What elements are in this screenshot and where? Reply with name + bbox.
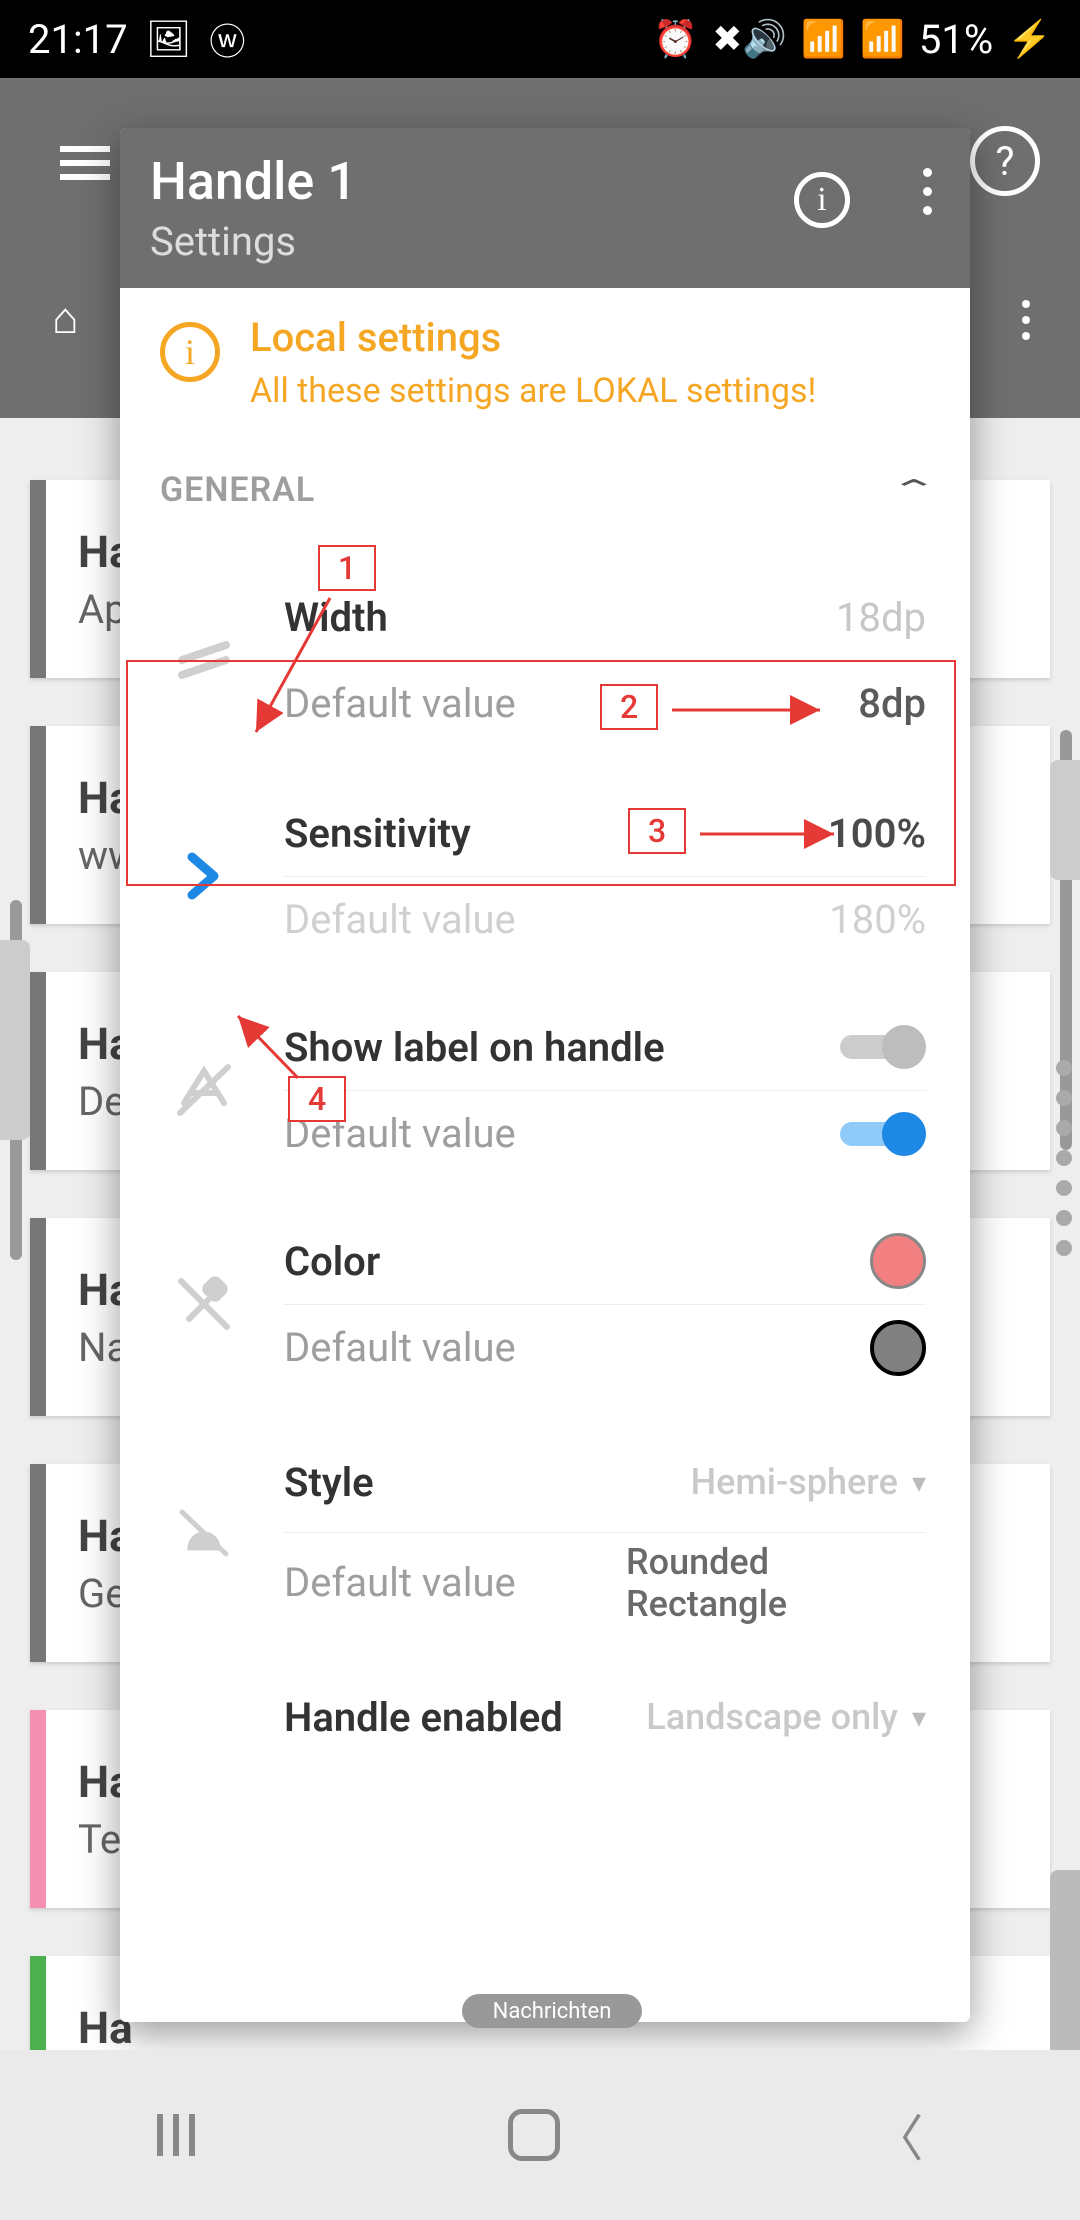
handle-enabled-value[interactable]: Landscape only▾ [646, 1696, 926, 1738]
background-overflow-icon[interactable] [1022, 300, 1030, 340]
callout-1: 1 [318, 545, 376, 591]
settings-dialog: Handle 1 Settings i i Local settings All… [120, 128, 970, 2022]
nav-recent-button[interactable] [157, 2114, 195, 2156]
section-header-general[interactable]: GENERAL ⌃ [120, 443, 970, 530]
navigation-bar: 〈 [0, 2050, 1080, 2220]
status-battery: 51% [919, 16, 993, 63]
dropdown-caret-icon: ▾ [912, 1701, 926, 1734]
overflow-icon[interactable] [923, 168, 932, 215]
side-dots-icon [1056, 1060, 1072, 1256]
setting-block-handle-enabled[interactable]: Handle enabled Landscape only▾ [164, 1656, 926, 1778]
side-handle-right-2[interactable] [1050, 1870, 1080, 2070]
show-label-label: Show label on handle [284, 1024, 665, 1071]
status-time: 21:17 [28, 16, 128, 63]
chevron-up-icon: ⌃ [889, 474, 940, 506]
width-value: 18dp [836, 594, 926, 641]
section-label: GENERAL [160, 470, 315, 510]
color-default-label: Default value [284, 1324, 516, 1371]
battery-charging-icon: ⚡ [1007, 18, 1052, 60]
color-swatch-value[interactable] [870, 1233, 926, 1289]
w-app-icon: ⓦ [209, 13, 245, 65]
side-handle-right[interactable] [1050, 760, 1080, 880]
sensitivity-default-value: 180% [829, 896, 926, 943]
vibrate-icon: ✖🔊 [712, 18, 787, 60]
callout-2: 2 [600, 684, 658, 730]
setting-block-style[interactable]: Style Hemi-sphere▾ Default value Rounded… [164, 1414, 926, 1650]
style-default-value: Rounded Rectangle [626, 1541, 926, 1625]
style-default-label: Default value [284, 1559, 516, 1606]
help-icon[interactable]: ? [970, 126, 1040, 196]
style-label: Style [284, 1459, 374, 1506]
setting-block-show-label[interactable]: Show label on handle Default value [164, 986, 926, 1194]
banner-body: All these settings are LOKAL settings! [250, 369, 816, 413]
notification-pill[interactable]: Nachrichten [462, 1994, 642, 2028]
picture-icon: 🖼 [146, 18, 192, 60]
hamburger-icon[interactable] [60, 138, 110, 188]
status-bar: 21:17 🖼 ⓦ ⏰ ✖🔊 📶 📶 51% ⚡ [0, 0, 1080, 78]
setting-block-color[interactable]: Color Default value [164, 1200, 926, 1408]
label-off-icon [164, 1063, 244, 1117]
side-handle-left[interactable] [0, 940, 30, 1140]
nav-back-button[interactable]: 〈 [873, 2099, 923, 2171]
sensitivity-default-label: Default value [284, 896, 516, 943]
dropdown-caret-icon: ▾ [912, 1466, 926, 1499]
alarm-icon: ⏰ [653, 18, 698, 60]
dialog-title: Handle 1 [150, 151, 357, 212]
style-value[interactable]: Hemi-sphere▾ [691, 1461, 926, 1503]
info-icon[interactable]: i [794, 172, 850, 228]
show-label-default-switch [840, 1114, 926, 1154]
callout-4: 4 [288, 1076, 346, 1122]
wifi-icon: 📶 [801, 18, 846, 60]
eyedropper-off-icon [164, 1275, 244, 1333]
color-label: Color [284, 1238, 380, 1285]
local-settings-banner: i Local settings All these settings are … [120, 288, 970, 443]
width-label: Width [284, 594, 388, 641]
handle-enabled-label: Handle enabled [284, 1694, 563, 1741]
color-swatch-default [870, 1320, 926, 1376]
dialog-toolbar: Handle 1 Settings i [120, 128, 970, 288]
show-label-switch[interactable] [840, 1027, 926, 1067]
home-tab-icon[interactable]: ⌂ [52, 292, 79, 344]
banner-heading: Local settings [250, 314, 816, 361]
info-outline-icon: i [160, 322, 220, 382]
nav-home-button[interactable] [508, 2109, 560, 2161]
annotation-highlight-width [126, 660, 956, 886]
callout-3: 3 [628, 808, 686, 854]
shape-off-icon [164, 1504, 244, 1560]
dialog-subtitle: Settings [150, 218, 357, 265]
signal-icon: 📶 [860, 18, 905, 60]
